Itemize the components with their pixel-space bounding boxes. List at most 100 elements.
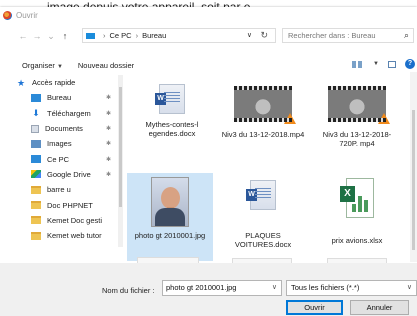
forward-button[interactable]: → — [30, 31, 44, 41]
breadcrumb-ce-pc[interactable]: Ce PC — [110, 31, 132, 40]
chevron-down-icon: ∨ — [406, 284, 412, 291]
word-document-icon: W — [246, 180, 276, 210]
up-button[interactable]: ↑ — [58, 31, 72, 41]
sidebar-item-acces-rapide[interactable]: ★ Accès rapide — [0, 75, 123, 90]
help-icon[interactable]: ? — [405, 59, 415, 69]
computer-icon — [31, 155, 41, 164]
sidebar-item-documents[interactable]: Documents ✱ — [0, 121, 123, 136]
search-placeholder: Rechercher dans : Bureau — [288, 31, 376, 40]
sidebar-item-label: barre u — [47, 185, 71, 195]
sidebar-scrollbar-thumb[interactable] — [119, 87, 122, 207]
sidebar-item-label: Kemet web tutor — [47, 231, 102, 241]
sidebar-item-kemet-doc[interactable]: Kemet Doc gesti — [0, 213, 123, 228]
sidebar-item-google-drive[interactable]: Google Drive ✱ — [0, 167, 123, 182]
word-badge-icon: W — [155, 93, 166, 105]
address-bar[interactable]: › Ce PC › Bureau ∨ ↻ — [82, 28, 276, 43]
sidebar-item-label: Documents — [45, 124, 83, 134]
download-icon: ⬇ — [32, 108, 40, 119]
file-item-selected[interactable]: photo gt 2010001.jpg — [127, 173, 213, 261]
file-item[interactable]: Niv3 du 13-12-2018.mp4 — [220, 86, 306, 139]
sidebar-item-label: Ce PC — [47, 154, 70, 164]
file-name: Niv3 du 13-12-2018.mp4 — [221, 130, 305, 139]
navigation-bar: ← → ⌄ ↑ › Ce PC › Bureau ∨ ↻ Rechercher … — [0, 27, 417, 45]
file-name: photo gt 2010001.jpg — [134, 231, 206, 240]
photo-thumbnail — [151, 177, 189, 227]
file-list-scrollbar[interactable] — [410, 72, 417, 262]
file-type-select[interactable]: Tous les fichiers (*.*) ∨ — [286, 280, 417, 296]
sidebar-item-doc-phpnet[interactable]: Doc PHPNET — [0, 197, 123, 212]
folder-icon — [31, 201, 41, 210]
pin-icon: ✱ — [106, 126, 112, 133]
file-list: W Mythes-contes-l egendes.docx Niv3 du 1… — [127, 70, 410, 263]
search-input[interactable]: Rechercher dans : Bureau ⌕ — [282, 28, 414, 43]
view-options-icon[interactable] — [352, 60, 363, 68]
file-name: PLAQUES VOITURES.docx — [234, 231, 292, 249]
desktop-icon — [31, 93, 41, 102]
file-name: Niv3 du 13-12-2018-720P. mp4 — [322, 130, 392, 148]
word-badge-icon: W — [246, 189, 257, 201]
sidebar-item-label: Images — [47, 139, 72, 149]
filename-input[interactable]: photo gt 2010001.jpg ∨ — [162, 280, 282, 296]
google-drive-icon — [31, 170, 41, 179]
video-thumbnail-icon — [328, 86, 390, 124]
pin-icon: ✱ — [106, 156, 112, 163]
recent-locations-button[interactable]: ⌄ — [44, 31, 58, 42]
refresh-icon[interactable]: ↻ — [260, 30, 268, 41]
sidebar-item-label: Téléchargem — [47, 108, 91, 118]
word-document-icon: W — [155, 84, 185, 114]
chevron-right-icon: › — [103, 31, 106, 40]
chevron-down-icon[interactable]: ∨ — [272, 281, 277, 295]
pin-icon: ✱ — [106, 171, 112, 178]
open-button[interactable]: Ouvrir — [286, 300, 343, 315]
preview-pane-icon[interactable] — [388, 60, 396, 68]
back-button[interactable]: ← — [16, 31, 30, 41]
sidebar-item-barre-u[interactable]: barre u — [0, 182, 123, 197]
sidebar-item-label: Kemet Doc gesti — [47, 215, 103, 225]
organize-button[interactable]: Organiser ▼ — [22, 61, 63, 70]
pin-icon: ✱ — [106, 110, 112, 117]
cancel-button[interactable]: Annuler — [350, 300, 409, 315]
address-dropdown-icon[interactable]: ∨ — [247, 31, 252, 39]
caret-down-icon: ▼ — [56, 63, 63, 70]
new-folder-button[interactable]: Nouveau dossier — [78, 61, 134, 70]
file-type-value: Tous les fichiers (*.*) — [291, 283, 360, 292]
file-item[interactable]: W PLAQUES VOITURES.docx — [220, 180, 306, 249]
sidebar-item-ce-pc[interactable]: Ce PC ✱ — [0, 151, 123, 166]
vlc-icon — [284, 113, 296, 124]
documents-icon — [31, 124, 39, 133]
folder-icon — [31, 185, 41, 194]
caret-down-icon[interactable]: ▼ — [373, 61, 379, 67]
folder-icon — [31, 216, 41, 225]
organize-label: Organiser — [22, 60, 55, 70]
file-item[interactable]: W Mythes-contes-l egendes.docx — [129, 84, 215, 150]
excel-badge-icon: X — [340, 186, 355, 202]
excel-document-icon: X — [340, 178, 374, 218]
sidebar-item-label: Accès rapide — [32, 78, 76, 88]
images-icon — [31, 139, 41, 148]
title-bar: Ouvrir — [0, 7, 417, 23]
star-icon: ★ — [16, 77, 26, 88]
file-item[interactable]: Niv3 du 13-12-2018-720P. mp4 — [314, 86, 400, 148]
app-icon — [3, 10, 12, 20]
sidebar-scrollbar[interactable] — [118, 75, 123, 247]
filename-label: Nom du fichier : — [102, 286, 155, 295]
file-name: prix avions.xlsx — [331, 236, 383, 245]
sidebar-item-images[interactable]: Images ✱ — [0, 136, 123, 151]
sidebar-item-telechargements[interactable]: ⬇ Téléchargem ✱ — [0, 106, 123, 121]
sidebar-item-label: Google Drive — [47, 169, 91, 179]
file-item[interactable]: X prix avions.xlsx — [314, 178, 400, 245]
window-title: Ouvrir — [16, 10, 38, 20]
folder-icon — [31, 231, 41, 240]
breadcrumb-bureau[interactable]: Bureau — [142, 31, 166, 40]
navigation-pane: ★ Accès rapide Bureau ✱ ⬇ Téléchargem ✱ Docu… — [0, 75, 123, 247]
computer-icon — [86, 32, 95, 39]
sidebar-item-kemet-web[interactable]: Kemet web tutor — [0, 228, 123, 243]
filename-value: photo gt 2010001.jpg — [166, 283, 237, 292]
pin-icon: ✱ — [106, 95, 112, 102]
sidebar-item-label: Bureau — [47, 93, 72, 103]
video-thumbnail-icon — [234, 86, 296, 124]
shirt-shape — [155, 208, 185, 226]
search-icon: ⌕ — [403, 30, 409, 40]
file-list-scrollbar-thumb[interactable] — [412, 110, 415, 250]
sidebar-item-bureau[interactable]: Bureau ✱ — [0, 90, 123, 105]
